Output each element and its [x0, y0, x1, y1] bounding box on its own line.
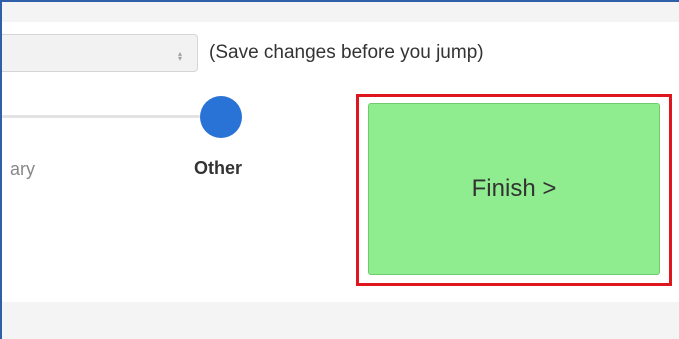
slider-tick-label: ary	[10, 159, 36, 179]
up-down-arrows-icon: ▴ ▾	[177, 49, 182, 63]
bottom-strip	[2, 302, 679, 339]
jump-select[interactable]	[2, 34, 198, 72]
finish-button[interactable]: Finish >	[368, 103, 660, 275]
jump-hint-text: (Save changes before you jump)	[209, 42, 484, 63]
top-strip	[2, 2, 679, 22]
slider-track[interactable]	[2, 115, 200, 118]
slider-tick-label-selected: Other	[194, 158, 243, 178]
slider-handle[interactable]	[200, 96, 242, 138]
